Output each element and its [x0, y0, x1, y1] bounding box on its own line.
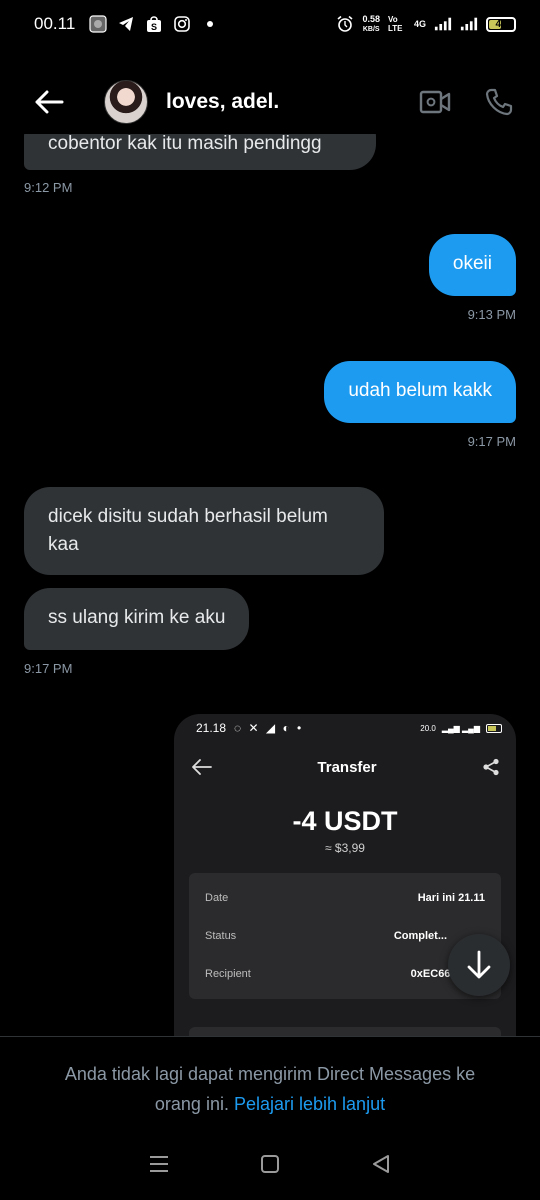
phone-icon: [485, 88, 513, 116]
video-call-button[interactable]: [418, 85, 452, 119]
arrow-down-icon: [467, 950, 491, 979]
square-icon: [260, 1155, 279, 1173]
image-detail-row: Status Complet...: [205, 930, 447, 942]
status-time: 00.11: [34, 14, 76, 33]
volte-indicator: Vo LTE: [387, 15, 403, 33]
video-camera-icon: [419, 90, 451, 114]
system-icons: 0.58 KB/S Vo LTE 4G 47: [336, 13, 516, 34]
battery-indicator: 47: [486, 16, 516, 32]
back-arrow-icon: [35, 90, 64, 114]
home-button[interactable]: [250, 1144, 290, 1184]
back-nav-button[interactable]: [361, 1144, 401, 1184]
message-text: okeii: [452, 253, 492, 274]
back-button[interactable]: [32, 85, 66, 119]
message-timestamp: 9:13 PM: [467, 307, 516, 322]
message-text: udah belum kakk: [348, 380, 492, 401]
message-text: dicek disitu sudah berhasil belum kaa: [48, 506, 328, 555]
image-title: Transfer: [317, 758, 377, 776]
network-type: 4G: [413, 19, 426, 29]
message-image-attachment[interactable]: 21.18 ◌ ✕ ◢ ◐ • 20.0 ▂▄▆ ▂▄▆ Transfer -4…: [174, 714, 516, 1044]
telegram-icon: [117, 15, 135, 33]
message-bubble-outgoing[interactable]: okeii: [428, 234, 516, 296]
svg-text:S: S: [151, 22, 157, 32]
signal-icon-2: [460, 15, 478, 33]
conversation-header: loves, adel.: [0, 70, 540, 134]
image-detail-row: Recipient 0xEC664...9...: [205, 968, 481, 980]
image-back-arrow-icon: [192, 759, 212, 775]
image-signal-icon: ▂▄▆ ▂▄▆: [441, 723, 480, 733]
dm-restricted-notice: Anda tidak lagi dapat mengirim Direct Me…: [0, 1036, 540, 1128]
gallery-icon: [89, 15, 107, 33]
image-share-icon: [483, 758, 499, 776]
image-battery-icon: [486, 723, 502, 733]
image-net-speed: 20.0: [420, 723, 436, 733]
message-timestamp: 9:17 PM: [24, 661, 73, 676]
triangle-back-icon: [372, 1155, 389, 1173]
voice-call-button[interactable]: [482, 85, 516, 119]
message-text: ss ulang kirim ke aku: [48, 607, 226, 628]
message-bubble-incoming[interactable]: dicek disitu sudah berhasil belum kaa: [24, 487, 384, 575]
network-speed: 0.58 KB/S: [362, 13, 380, 33]
system-navigation-bar: [0, 1128, 540, 1200]
image-status-bar: 21.18 ◌ ✕ ◢ ◐ • 20.0 ▂▄▆ ▂▄▆: [174, 714, 516, 742]
status-bar: 00.11 S 0.58 KB/S Vo LTE 4G 47: [0, 0, 540, 48]
alarm-icon: [336, 15, 354, 33]
message-timestamp: 9:17 PM: [467, 434, 516, 449]
image-detail-row: Date Hari ini 21.11: [205, 892, 485, 904]
image-approx-value: ≈ $3,99: [325, 841, 365, 855]
message-text: cobentor kak itu masih pendingg: [48, 133, 322, 154]
image-status-icons: ◌ ✕ ◢ ◐ •: [234, 721, 304, 735]
notification-icons: S: [89, 15, 219, 33]
message-bubble-incoming[interactable]: ss ulang kirim ke aku: [24, 588, 250, 650]
contact-avatar[interactable]: [104, 80, 148, 124]
image-toolbar: Transfer: [174, 742, 516, 792]
image-amount: -4 USDT: [292, 806, 398, 836]
signal-icon: [434, 15, 452, 33]
dot-icon: [201, 15, 219, 33]
recent-apps-button[interactable]: [139, 1144, 179, 1184]
contact-name[interactable]: loves, adel.: [166, 90, 279, 114]
menu-icon: [150, 1156, 169, 1172]
message-timestamp: 9:12 PM: [24, 180, 73, 195]
message-bubble-outgoing[interactable]: udah belum kakk: [324, 361, 516, 423]
scroll-to-bottom-button[interactable]: [448, 934, 510, 996]
image-status-time: 21.18: [196, 721, 227, 735]
learn-more-link[interactable]: Pelajari lebih lanjut: [234, 1094, 385, 1114]
shopee-icon: S: [145, 15, 163, 33]
instagram-icon: [173, 15, 191, 33]
